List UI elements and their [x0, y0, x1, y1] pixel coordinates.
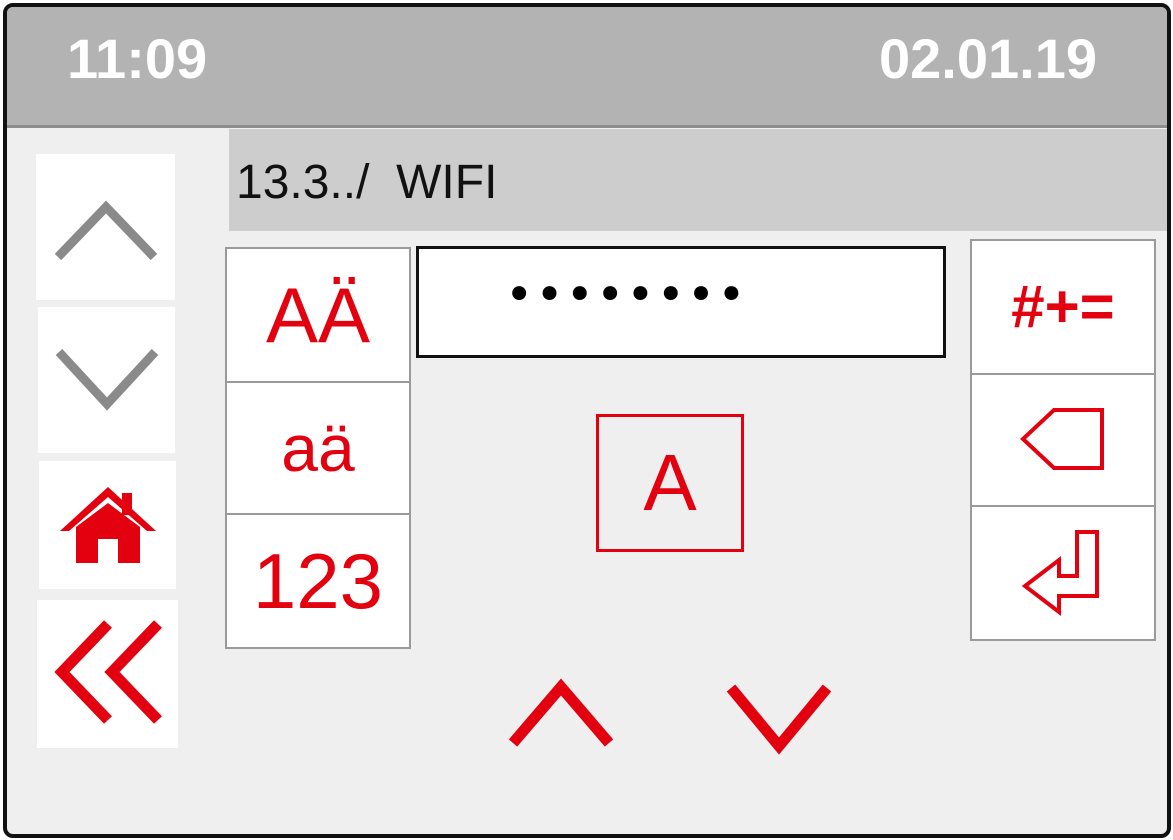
header-bar: 13.3../ WIFI [229, 129, 1167, 231]
next-character-button[interactable] [507, 675, 617, 751]
numeric-mode-button[interactable]: 123 [225, 513, 411, 649]
page-title: 13.3../ WIFI [236, 156, 498, 209]
back-button[interactable] [37, 600, 178, 748]
chevron-up-icon [508, 678, 614, 747]
chevron-down-icon [726, 684, 832, 755]
double-chevron-left-icon [53, 620, 162, 724]
chevron-up-icon [54, 200, 157, 261]
lowercase-mode-label: aä [281, 411, 355, 485]
numeric-mode-label: 123 [252, 537, 384, 625]
lowercase-mode-button[interactable]: aä [225, 381, 411, 515]
clock-date: 02.01.19 [879, 27, 1097, 90]
enter-button[interactable] [970, 505, 1156, 641]
uppercase-mode-label: AÄ [265, 271, 371, 359]
home-button[interactable] [39, 461, 176, 589]
backspace-icon [1020, 408, 1104, 470]
backspace-button[interactable] [970, 373, 1156, 507]
chevron-down-icon [55, 348, 158, 411]
current-character: A [643, 438, 697, 527]
scroll-down-button[interactable] [38, 307, 175, 453]
home-icon [59, 487, 156, 563]
status-bar: 11:09 02.01.19 [7, 7, 1167, 128]
password-masked-value: •••••••• [505, 267, 748, 323]
symbols-mode-button[interactable]: #+= [970, 239, 1156, 375]
scroll-up-button[interactable] [36, 154, 175, 300]
password-input[interactable]: •••••••• [416, 246, 946, 358]
device-screen: 11:09 02.01.19 13.3../ WIFI AÄ aä 123 ••… [3, 3, 1171, 838]
symbols-mode-label: #+= [1011, 273, 1115, 340]
uppercase-mode-button[interactable]: AÄ [225, 247, 411, 383]
clock-time: 11:09 [67, 27, 208, 90]
current-character-box[interactable]: A [596, 414, 744, 552]
previous-character-button[interactable] [725, 680, 835, 756]
enter-icon [1021, 530, 1099, 617]
